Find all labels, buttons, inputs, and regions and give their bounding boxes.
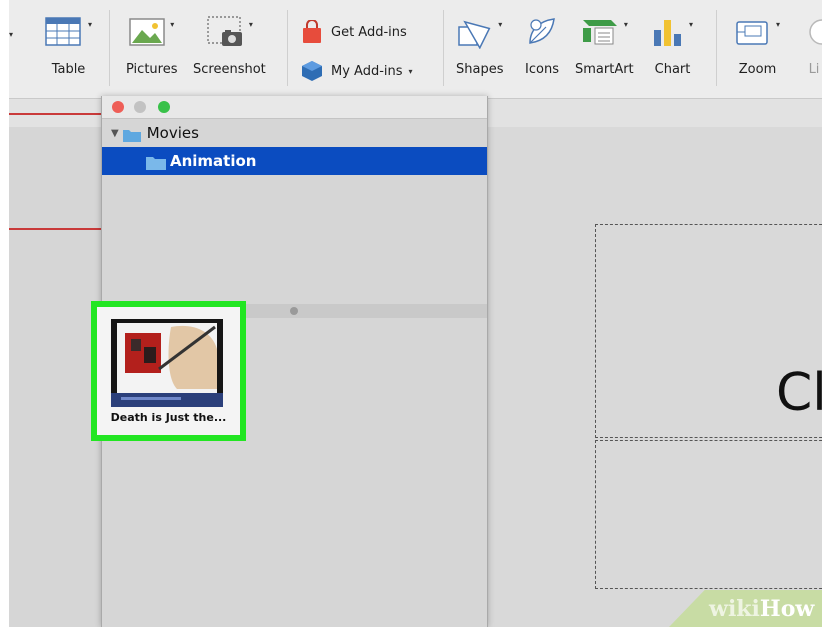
slide-title-text: Cl — [776, 363, 822, 423]
table-icon — [45, 17, 81, 46]
chevron-down-icon: ▾ — [408, 66, 413, 76]
movie-thumbnail — [111, 319, 223, 407]
tree-item-animation[interactable]: Animation — [102, 147, 487, 175]
chevron-down-icon: ▾ — [88, 20, 93, 29]
chevron-down-icon: ▾ — [623, 20, 628, 29]
folder-icon — [122, 127, 141, 142]
my-addins-button[interactable]: My Add-ins ▾ — [301, 60, 413, 82]
disclosure-triangle-icon[interactable]: ▼ — [111, 128, 119, 139]
folder-icon — [146, 155, 166, 170]
app-window: ▾ ▾ Table ▾ Pictures ▾ Screenshot Get Ad… — [9, 0, 822, 627]
screenshot-icon — [207, 16, 242, 46]
divider — [109, 10, 110, 86]
chart-button[interactable]: ▾ Chart — [652, 14, 693, 77]
window-titlebar[interactable] — [102, 96, 487, 119]
shapes-label: Shapes — [456, 62, 504, 77]
divider — [287, 10, 288, 86]
table-label: Table — [51, 62, 86, 77]
movie-tile[interactable]: Death is Just the... — [91, 301, 246, 441]
slide-guide-line — [9, 228, 101, 230]
picture-icon — [129, 18, 165, 46]
icons-icon — [529, 18, 555, 44]
splitter-grip-icon[interactable] — [290, 307, 298, 315]
addins-cube-icon — [302, 61, 322, 81]
tree-item-movies[interactable]: ▼ Movies — [102, 119, 487, 147]
chevron-down-icon: ▾ — [498, 20, 503, 29]
tree-item-label: Animation — [170, 152, 257, 170]
chevron-down-icon: ▾ — [170, 20, 175, 29]
screenshot-button[interactable]: ▾ Screenshot — [193, 14, 266, 77]
chart-icon — [654, 20, 681, 46]
close-window-button[interactable] — [112, 101, 124, 113]
chart-label: Chart — [654, 62, 691, 77]
get-addins-label: Get Add-ins — [331, 24, 407, 40]
ribbon-scroll-caret[interactable]: ▾ — [9, 30, 13, 39]
divider — [443, 10, 444, 86]
table-button[interactable]: ▾ Table — [45, 14, 92, 77]
icons-label: Icons — [525, 62, 559, 77]
tree-item-label: Movies — [146, 124, 199, 142]
slide-canvas[interactable]: Cl — [486, 127, 822, 627]
minimize-window-button[interactable] — [134, 101, 146, 113]
movie-caption: Death is Just the... — [110, 411, 227, 424]
chevron-down-icon: ▾ — [248, 20, 253, 29]
link-icon — [809, 19, 822, 45]
folder-tree: ▼ Movies Animation — [102, 119, 487, 304]
smartart-label: SmartArt — [575, 62, 634, 77]
insert-ribbon: ▾ ▾ Table ▾ Pictures ▾ Screenshot Get Ad… — [9, 0, 822, 99]
watermark-prefix: wiki — [709, 596, 760, 622]
my-addins-label: My Add-ins — [331, 63, 403, 79]
link-label: Li — [808, 62, 820, 77]
watermark-text: wikiHow — [709, 596, 814, 622]
zoom-icon — [736, 21, 768, 45]
slide-guide-line — [9, 113, 101, 115]
pictures-button[interactable]: ▾ Pictures — [126, 14, 177, 77]
chevron-down-icon: ▾ — [776, 20, 781, 29]
shapes-button[interactable]: ▾ Shapes — [456, 14, 503, 77]
smartart-icon — [582, 20, 617, 45]
pictures-label: Pictures — [126, 62, 178, 77]
zoom-label: Zoom — [738, 62, 777, 77]
screenshot-label: Screenshot — [193, 62, 266, 77]
icons-button[interactable]: Icons — [524, 14, 560, 77]
link-button[interactable]: Li — [804, 14, 822, 77]
chevron-down-icon: ▾ — [689, 20, 694, 29]
smartart-button[interactable]: ▾ SmartArt — [575, 14, 634, 77]
zoom-window-button[interactable] — [158, 101, 170, 113]
subtitle-placeholder[interactable] — [595, 440, 822, 589]
get-addins-button[interactable]: Get Add-ins — [301, 20, 407, 44]
divider — [716, 10, 717, 86]
zoom-button[interactable]: ▾ Zoom — [735, 14, 780, 77]
watermark-suffix: How — [759, 596, 815, 622]
store-bag-icon — [303, 20, 321, 43]
shapes-icon — [458, 20, 491, 49]
